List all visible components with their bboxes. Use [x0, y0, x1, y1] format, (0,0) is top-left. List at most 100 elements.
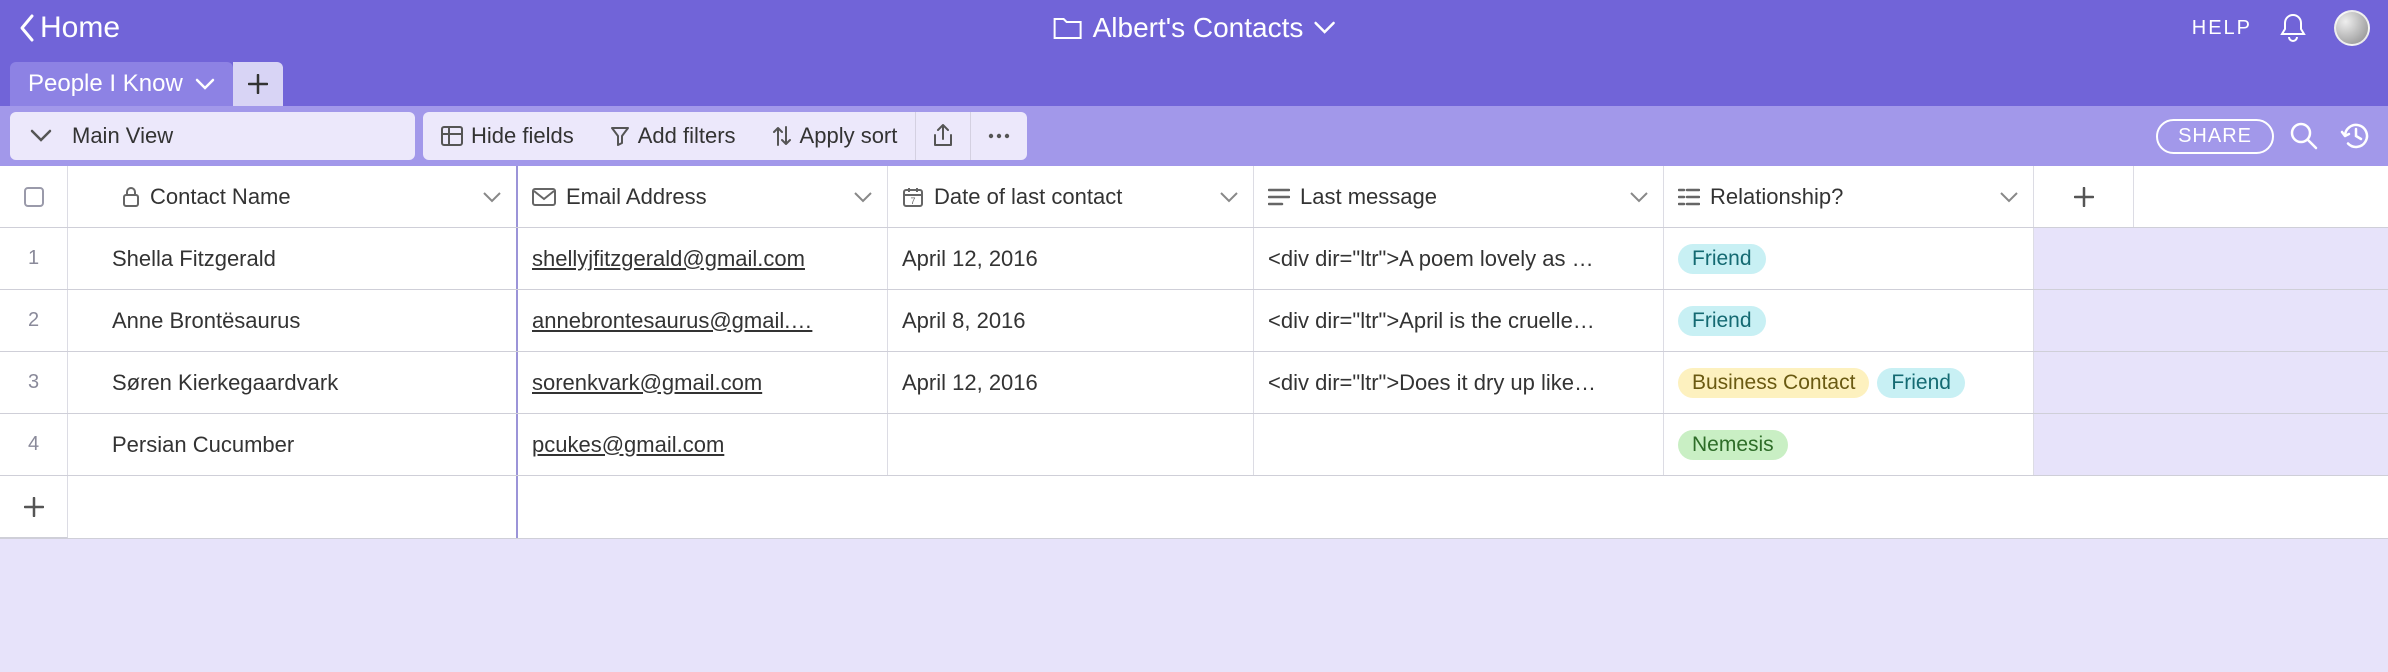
cell-contact-name[interactable]: Anne Brontësaurus	[68, 290, 518, 351]
table-row[interactable]: 4Persian Cucumber pcukes@gmail.com Nemesis	[0, 414, 2388, 476]
cell-contact-name[interactable]: Persian Cucumber	[68, 414, 518, 475]
chevron-down-icon	[482, 191, 502, 203]
relationship-pill: Friend	[1678, 306, 1766, 336]
plus-icon	[24, 497, 44, 517]
add-filters-button[interactable]: Add filters	[592, 112, 754, 160]
cell-last-message[interactable]: <div dir="ltr">April is the cruelle…	[1254, 290, 1664, 351]
select-all-cell[interactable]	[0, 166, 68, 227]
row-number[interactable]: 4	[0, 414, 68, 475]
grid-header-row: Contact Name Email Address 7 Date of las…	[0, 166, 2388, 228]
view-picker[interactable]: Main View	[10, 112, 415, 160]
hide-fields-button[interactable]: Hide fields	[423, 112, 592, 160]
cell-relationship[interactable]: Nemesis	[1664, 414, 2034, 475]
cell-last-message[interactable]: <div dir="ltr">Does it dry up like…	[1254, 352, 1664, 413]
column-header-relationship[interactable]: Relationship?	[1664, 166, 2034, 227]
calendar-icon: 7	[902, 186, 924, 208]
column-header-date[interactable]: 7 Date of last contact	[888, 166, 1254, 227]
tab-label: People I Know	[28, 70, 183, 98]
more-options-button[interactable]	[970, 112, 1027, 160]
chevron-down-icon	[195, 78, 215, 90]
history-icon	[2340, 120, 2372, 152]
add-column-button[interactable]	[2034, 166, 2134, 227]
chevron-down-icon	[853, 191, 873, 203]
help-link[interactable]: HELP	[2192, 17, 2252, 40]
top-bar: Home Albert's Contacts HELP	[0, 0, 2388, 56]
checkbox-icon	[24, 187, 44, 207]
empty-header-space	[2134, 166, 2388, 227]
cell-contact-name[interactable]: Søren Kierkegaardvark	[68, 352, 518, 413]
grid-icon	[441, 126, 463, 146]
footer-cell	[518, 476, 2388, 538]
cell-last-message[interactable]	[1254, 414, 1664, 475]
chevron-down-icon	[30, 129, 52, 143]
apply-sort-label: Apply sort	[800, 123, 898, 149]
cell-date[interactable]: April 12, 2016	[888, 352, 1254, 413]
export-button[interactable]	[915, 112, 970, 160]
column-header-email[interactable]: Email Address	[518, 166, 888, 227]
envelope-icon	[532, 188, 556, 206]
cell-date[interactable]: April 8, 2016	[888, 290, 1254, 351]
history-button[interactable]	[2334, 114, 2378, 158]
column-label: Date of last contact	[934, 184, 1122, 210]
column-header-last-message[interactable]: Last message	[1254, 166, 1664, 227]
tab-row: People I Know	[0, 56, 2388, 106]
lock-icon	[122, 186, 140, 208]
chevron-down-icon	[1219, 191, 1239, 203]
hide-fields-label: Hide fields	[471, 123, 574, 149]
cell-last-message[interactable]: <div dir="ltr">A poem lovely as …	[1254, 228, 1664, 289]
data-grid: Contact Name Email Address 7 Date of las…	[0, 166, 2388, 539]
ellipsis-icon	[987, 132, 1011, 140]
apply-sort-button[interactable]: Apply sort	[754, 112, 916, 160]
relationship-pill: Friend	[1877, 368, 1965, 398]
document-title-button[interactable]: Albert's Contacts	[1053, 12, 1336, 44]
empty-cell	[2034, 228, 2388, 289]
row-number[interactable]: 1	[0, 228, 68, 289]
user-avatar[interactable]	[2334, 10, 2370, 46]
plus-icon	[248, 74, 268, 94]
topbar-right: HELP	[2192, 10, 2370, 46]
column-header-contact-name[interactable]: Contact Name	[68, 166, 518, 227]
email-link[interactable]: annebrontesaurus@gmail.…	[532, 308, 812, 334]
back-home-label: Home	[40, 11, 120, 45]
cell-date[interactable]	[888, 414, 1254, 475]
empty-cell	[2034, 290, 2388, 351]
bell-icon[interactable]	[2278, 12, 2308, 44]
tab-people-i-know[interactable]: People I Know	[10, 62, 233, 106]
email-link[interactable]: pcukes@gmail.com	[532, 432, 724, 458]
document-title-label: Albert's Contacts	[1093, 12, 1304, 44]
cell-relationship[interactable]: Business ContactFriend	[1664, 352, 2034, 413]
add-filters-label: Add filters	[638, 123, 736, 149]
cell-relationship[interactable]: Friend	[1664, 290, 2034, 351]
text-lines-icon	[1268, 188, 1290, 206]
search-button[interactable]	[2282, 114, 2326, 158]
cell-email[interactable]: sorenkvark@gmail.com	[518, 352, 888, 413]
table-row[interactable]: 3Søren Kierkegaardvark sorenkvark@gmail.c…	[0, 352, 2388, 414]
cell-relationship[interactable]: Friend	[1664, 228, 2034, 289]
view-toolbar: Main View Hide fields Add filters Apply …	[0, 106, 2388, 166]
cell-email[interactable]: shellyjfitzgerald@gmail.com	[518, 228, 888, 289]
back-home-button[interactable]: Home	[18, 11, 120, 45]
cell-contact-name[interactable]: Shella Fitzgerald	[68, 228, 518, 289]
view-tools-group: Hide fields Add filters Apply sort	[423, 112, 1027, 160]
cell-email[interactable]: annebrontesaurus@gmail.…	[518, 290, 888, 351]
multiselect-icon	[1678, 188, 1700, 206]
chevron-down-icon	[1313, 21, 1335, 35]
svg-text:7: 7	[910, 196, 915, 206]
table-row[interactable]: 1Shella Fitzgerald shellyjfitzgerald@gmai…	[0, 228, 2388, 290]
add-row-button[interactable]	[0, 476, 68, 538]
share-button[interactable]: SHARE	[2156, 119, 2274, 154]
email-link[interactable]: shellyjfitzgerald@gmail.com	[532, 246, 805, 272]
sort-icon	[772, 125, 792, 147]
share-up-icon	[932, 123, 954, 149]
email-link[interactable]: sorenkvark@gmail.com	[532, 370, 762, 396]
empty-cell	[2034, 352, 2388, 413]
add-tab-button[interactable]	[233, 62, 283, 106]
row-number[interactable]: 2	[0, 290, 68, 351]
cell-email[interactable]: pcukes@gmail.com	[518, 414, 888, 475]
view-picker-label: Main View	[72, 123, 173, 149]
table-row[interactable]: 2Anne Brontësaurus annebrontesaurus@gmail…	[0, 290, 2388, 352]
cell-date[interactable]: April 12, 2016	[888, 228, 1254, 289]
column-label: Last message	[1300, 184, 1437, 210]
row-number[interactable]: 3	[0, 352, 68, 413]
chevron-left-icon	[18, 13, 38, 43]
